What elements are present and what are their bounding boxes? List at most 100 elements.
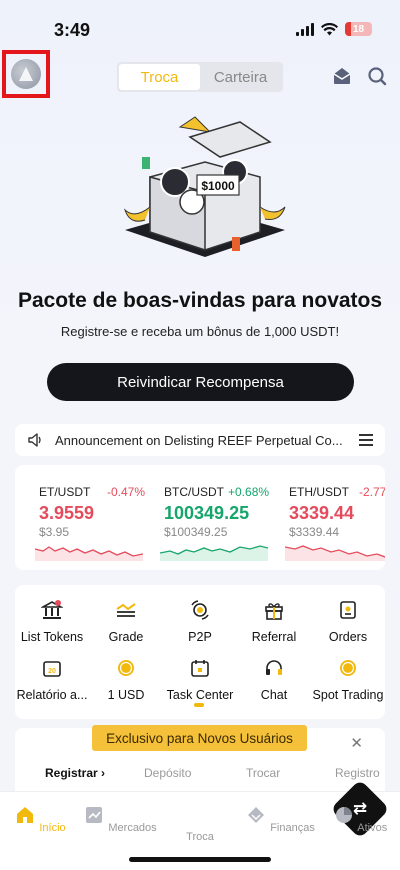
tab-label: Ativos [357,822,388,834]
home-icon [17,807,34,823]
ticker-pair: ETH/USDT [289,485,349,499]
claim-reward-button[interactable]: Reivindicar Recompensa [47,363,354,401]
welcome-subtitle: Registre-se e receba um bônus de 1,000 U… [60,324,340,339]
headset-icon [266,660,282,675]
gift-box-illustration: $1000 [123,116,286,257]
ticker-card[interactable]: ET/USDT -0.47% 3.9559 $3.95 [29,465,147,570]
new-user-promo: Exclusivo para Novos Usuários ✕ Registra… [15,725,385,798]
shortcut-label: Chat [260,688,288,702]
step-label: Registrar [45,766,98,780]
shortcut-report[interactable]: 20 Relatório a... [15,657,89,702]
ticker-change: -2.77% [359,485,385,499]
coin-icon [340,660,356,676]
shortcut-label: 1 USD [107,688,145,702]
ticker-pair: BTC/USDT [164,485,224,499]
battery-level: 18 [352,23,365,35]
shortcut-referral[interactable]: Referral [237,599,311,644]
shortcut-chat[interactable]: Chat [237,657,311,702]
shortcut-1usd[interactable]: 1 USD [89,657,163,702]
shortcut-label: Spot Trading [312,688,384,702]
tab-label: Início [39,822,66,834]
tab-mercados[interactable]: Mercados [80,804,160,834]
promo-banner: Exclusivo para Novos Usuários [92,725,307,751]
report-icon: 20 [43,661,61,677]
profile-button[interactable] [2,50,50,98]
avatar [11,59,41,89]
menu-icon[interactable] [359,431,373,449]
shortcut-label: Grade [108,630,144,644]
shortcut-label: Referral [251,630,297,644]
tab-label: Mercados [108,822,157,834]
prize-amount: $1000 [201,179,235,193]
ticker-pair: ET/USDT [39,485,91,499]
mail-icon[interactable] [332,66,352,86]
welcome-title: Pacote de boas-vindas para novatos [17,289,383,312]
mode-switch: Troca Carteira [117,62,283,92]
shortcut-p2p[interactable]: P2P [163,599,237,644]
tab-troca[interactable]: Troca [119,64,200,90]
home-indicator [129,857,271,862]
tab-financas[interactable]: Finanças [240,804,320,834]
wifi-icon [321,22,338,35]
tab-ativos[interactable]: Ativos [320,804,400,834]
status-bar: 3:49 18 [0,0,400,60]
orders-icon [340,601,356,619]
ticker-usd: $3.95 [39,525,70,539]
shortcut-label: Task Center [166,688,234,702]
shortcut-task-center[interactable]: Task Center [163,657,237,702]
battery-icon: 18 [345,22,372,36]
market-tickers: ET/USDT -0.47% 3.9559 $3.95 BTC/USDT +0.… [15,465,385,570]
search-icon[interactable] [367,66,387,86]
tab-carteira[interactable]: Carteira [200,64,281,90]
tab-label: Finanças [270,822,315,834]
speaker-icon [28,433,41,447]
ticker-change: -0.47% [107,485,146,499]
step-trade[interactable]: Trocar [246,766,280,780]
shortcut-grade[interactable]: Grade [89,599,163,644]
tab-inicio[interactable]: Início [0,804,80,834]
tab-label: Troca [186,831,214,843]
page-indicator [194,703,204,707]
coin-icon [118,660,134,676]
ticker-usd: $3339.44 [289,525,340,539]
top-header: Troca Carteira [0,50,400,98]
clock: 3:49 [54,20,91,40]
calendar-icon [191,660,209,677]
svg-text:20: 20 [48,668,56,675]
ticker-usd: $100349.25 [164,525,228,539]
diamond-icon [248,807,265,823]
shortcut-label: P2P [188,630,212,644]
signal-icon [296,22,314,36]
step-deposit[interactable]: Depósito [144,766,191,780]
shortcut-label: List Tokens [20,630,84,644]
gift-icon [265,603,283,620]
bank-icon [39,600,65,619]
pie-chart-icon [335,807,352,823]
step-register[interactable]: Registrar › [45,766,105,780]
shortcut-grid: List Tokens Grade P2P Referral Orders 20… [15,585,385,719]
status-icons: 18 [296,22,372,36]
shortcut-spot-trading[interactable]: Spot Trading [311,657,385,702]
ticker-card[interactable]: ETH/USDT -2.77% 3339.44 $3339.44 [279,465,385,570]
ticker-change: +0.68% [228,485,270,499]
shortcut-list-tokens[interactable]: List Tokens [15,599,89,644]
step-record[interactable]: Registro [335,766,380,780]
close-icon[interactable]: ✕ [350,734,363,752]
sparkline [285,545,385,561]
grid-chart-icon [116,603,136,617]
announcement-bar[interactable]: Announcement on Delisting REEF Perpetual… [15,424,385,456]
sparkline [35,546,143,561]
shortcut-label: Orders [328,630,368,644]
p2p-icon [191,600,209,620]
shortcut-label: Relatório a... [16,688,88,702]
ticker-price: 3.9559 [39,503,95,523]
ticker-price: 100349.25 [164,503,250,523]
announcement-text: Announcement on Delisting REEF Perpetual… [55,432,343,448]
market-chart-icon [86,807,103,823]
ticker-card[interactable]: BTC/USDT +0.68% 100349.25 $100349.25 [154,465,272,570]
ticker-price: 3339.44 [289,503,355,523]
sparkline [160,545,268,561]
tab-troca[interactable]: ⇄ Troca [160,779,390,843]
bottom-tab-bar: Início Mercados ⇄ Troca Finanças Ativos [0,779,400,870]
shortcut-orders[interactable]: Orders [311,599,385,644]
